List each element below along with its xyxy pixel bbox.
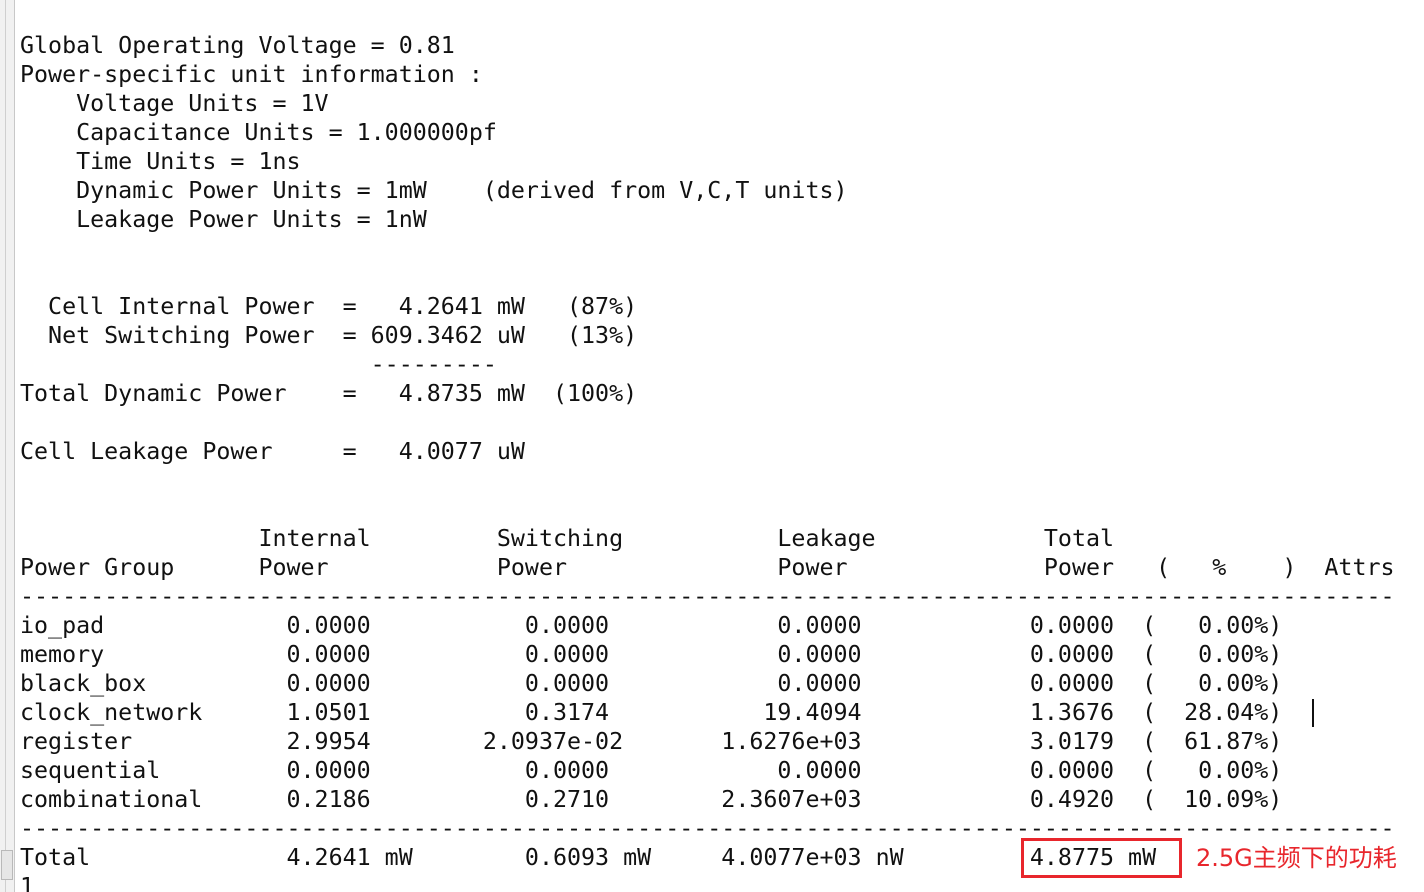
table-header-row-2: Power Group Power Power Power Power ( % … (20, 554, 1395, 581)
line-cell-leakage-power: Cell Leakage Power = 4.0077 uW (20, 438, 525, 465)
line-capacitance-units: Capacitance Units = 1.000000pf (20, 119, 497, 146)
line-unit-info-header: Power-specific unit information : (20, 61, 483, 88)
line-net-switching-power: Net Switching Power = 609.3462 uW (13%) (20, 322, 638, 349)
table-row: memory 0.0000 0.0000 0.0000 0.0000 ( 0.0… (20, 641, 1283, 668)
line-return-value: 1 (20, 873, 35, 892)
table-row: io_pad 0.0000 0.0000 0.0000 0.0000 ( 0.0… (20, 612, 1283, 639)
table-row: clock_network 1.0501 0.3174 19.4094 1.36… (20, 699, 1283, 726)
line-voltage-units: Voltage Units = 1V (20, 90, 329, 117)
table-divider: ----------------------------------------… (20, 815, 1395, 842)
table-row: combinational 0.2186 0.2710 2.3607e+03 0… (20, 786, 1283, 813)
table-total-row: Total 4.2641 mW 0.6093 mW 4.0077e+03 nW … (20, 844, 1157, 871)
table-header-row-1: Internal Switching Leakage Total (20, 525, 1115, 552)
line-dynamic-power-units: Dynamic Power Units = 1mW (derived from … (20, 177, 848, 204)
annotation-label: 2.5G主频下的功耗 (1196, 844, 1397, 872)
line-time-units: Time Units = 1ns (20, 148, 301, 175)
line-leakage-power-units: Leakage Power Units = 1nW (20, 206, 427, 233)
line-global-voltage: Global Operating Voltage = 0.81 (20, 32, 455, 59)
terminal-output[interactable]: Global Operating Voltage = 0.81 Power-sp… (20, 0, 1415, 892)
terminal-text: Global Operating Voltage = 0.81 Power-sp… (20, 31, 1395, 892)
table-row: black_box 0.0000 0.0000 0.0000 0.0000 ( … (20, 670, 1283, 697)
gutter-divider (5, 0, 6, 892)
terminal-window[interactable]: Global Operating Voltage = 0.81 Power-sp… (0, 0, 1424, 892)
line-total-dynamic-power: Total Dynamic Power = 4.8735 mW (100%) (20, 380, 638, 407)
table-row: sequential 0.0000 0.0000 0.0000 0.0000 (… (20, 757, 1283, 784)
table-row: register 2.9954 2.0937e-02 1.6276e+03 3.… (20, 728, 1283, 755)
line-cell-internal-power: Cell Internal Power = 4.2641 mW (87%) (20, 293, 638, 320)
gutter-handle[interactable] (1, 850, 13, 880)
total-power-highlight-box (1021, 838, 1182, 878)
table-divider: ----------------------------------------… (20, 583, 1395, 610)
text-cursor (1312, 699, 1314, 727)
left-scroll-gutter[interactable] (0, 0, 15, 892)
line-sum-divider: --------- (20, 351, 497, 378)
